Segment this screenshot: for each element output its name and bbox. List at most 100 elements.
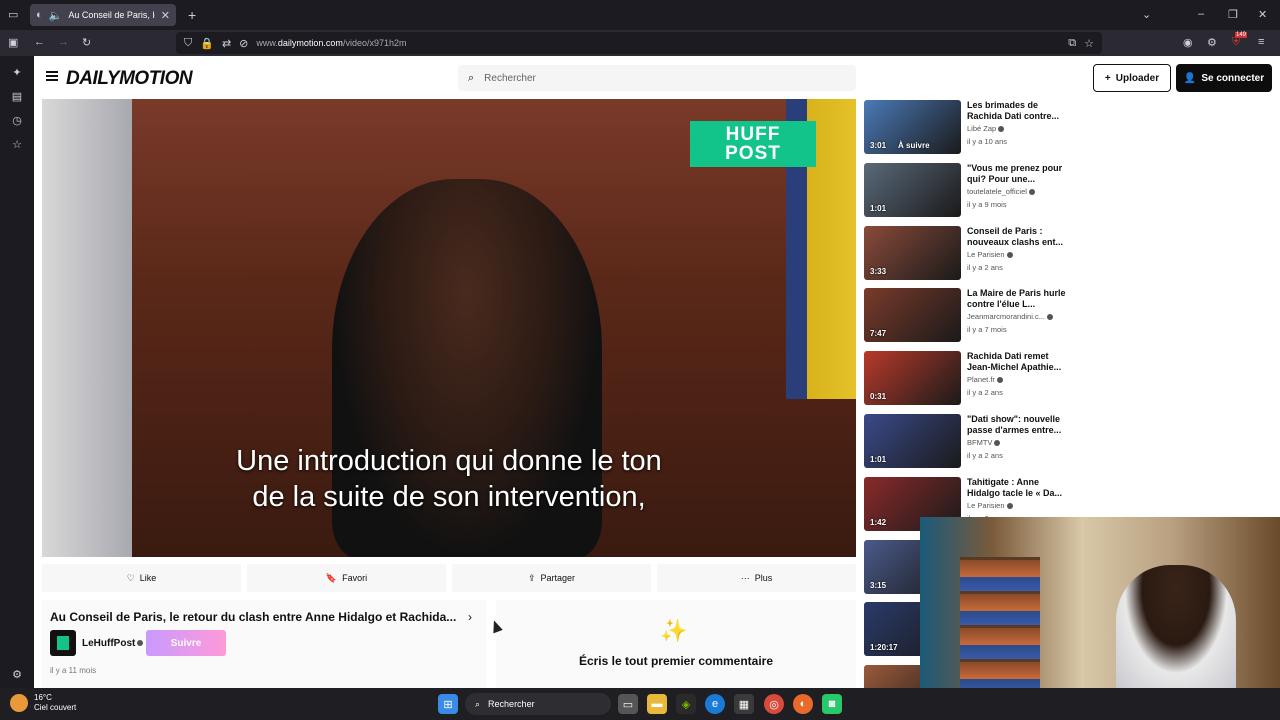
follow-button[interactable]: Suivre	[146, 630, 226, 656]
recommendation-title[interactable]: "Dati show": nouvelle passe d'armes entr…	[967, 414, 1067, 436]
tab-list-icon[interactable]: ▭	[8, 8, 18, 21]
login-button[interactable]: 👤 Se connecter	[1176, 64, 1272, 92]
start-icon[interactable]: ⊞	[438, 694, 458, 714]
menu-icon[interactable]: ≡	[1258, 36, 1264, 48]
firefox-icon[interactable]: ◐	[793, 694, 813, 714]
more-button[interactable]: ··· Plus	[657, 564, 856, 592]
chevron-right-icon[interactable]: ›	[468, 610, 472, 624]
video-info: Au Conseil de Paris, le retour du clash …	[42, 600, 486, 688]
recommendation-channel[interactable]: toutelatele_officiel	[967, 187, 1035, 196]
recommendation-title[interactable]: Tahitigate : Anne Hidalgo tacle le « Da.…	[967, 477, 1067, 499]
recommendation-item[interactable]: 3:01 À suivre Les brimades de Rachida Dati…	[864, 100, 1074, 156]
recommendation-title[interactable]: La Maire de Paris hurle contre l'élue L.…	[967, 288, 1067, 310]
channel-avatar[interactable]	[50, 630, 76, 656]
recommendation-duration: 3:15	[870, 580, 887, 590]
dailymotion-logo[interactable]: DAILYMOTION	[66, 68, 193, 90]
favorite-button[interactable]: 🔖 Favori	[247, 564, 446, 592]
store-icon[interactable]: ▦	[734, 694, 754, 714]
recommendation-thumbnail[interactable]: 3:01 À suivre	[864, 100, 961, 154]
recommendation-duration: 3:01	[870, 141, 887, 150]
close-window-icon[interactable]: ✕	[1258, 8, 1267, 21]
new-tab-icon[interactable]: +	[188, 7, 196, 23]
edge-icon[interactable]: e	[705, 694, 725, 714]
chrome-icon[interactable]: ◎	[764, 694, 784, 714]
bookmark-star-icon[interactable]: ☆	[1084, 37, 1094, 50]
recommendation-item[interactable]: 1:01 "Vous me prenez pour qui? Pour une..…	[864, 162, 1074, 219]
browser-tabbar: ▭ ◐ 🔈 Au Conseil de Paris, le retour ✕ +…	[0, 0, 1280, 30]
bookmarks-icon[interactable]: ☆	[9, 136, 25, 152]
restore-icon[interactable]: ❐	[1228, 8, 1238, 21]
recommendation-duration: 1:42	[870, 517, 887, 527]
tab-title: Au Conseil de Paris, le retour	[68, 10, 155, 20]
back-icon[interactable]: ←	[34, 36, 45, 48]
minimize-icon[interactable]: –	[1198, 8, 1204, 20]
recommendation-channel[interactable]: Planet.fr	[967, 375, 1003, 384]
sidebar-toggle-icon[interactable]: ▣	[8, 36, 18, 49]
speaker-icon[interactable]: 🔈	[49, 9, 63, 22]
tab-overflow-icon[interactable]: ⌄	[1142, 8, 1151, 21]
recommendation-title[interactable]: Rachida Dati remet Jean-Michel Apathie..…	[967, 351, 1067, 373]
recommendation-duration: 3:33	[870, 266, 887, 276]
history-icon[interactable]: ◷	[9, 112, 25, 128]
recommendation-item[interactable]: 3:33 Conseil de Paris : nouveaux clashs e…	[864, 225, 1074, 282]
recommendation-channel[interactable]: Libé Zap	[967, 124, 1005, 133]
forward-icon[interactable]: →	[58, 36, 69, 48]
weather-widget[interactable]: 16°C Ciel couvert	[10, 693, 76, 713]
recommendation-channel[interactable]: Jeanmarcmorandini.c...	[967, 312, 1053, 321]
ai-chat-icon[interactable]: ✦	[9, 64, 25, 80]
extensions-icon[interactable]: ⚙	[1207, 36, 1217, 49]
lock-icon[interactable]: 🔒	[200, 37, 214, 50]
recommendation-channel[interactable]: BFMTV	[967, 438, 1001, 447]
verified-icon	[1006, 251, 1013, 258]
video-title[interactable]: Au Conseil de Paris, le retour du clash …	[50, 610, 456, 624]
search-icon: ⌕	[468, 71, 475, 84]
sparkle-icon: ✨	[660, 618, 688, 643]
address-bar[interactable]: ⛉ 🔒 ⇄ ⊘ www.dailymotion.com/video/x971h2…	[176, 32, 1102, 54]
reload-icon[interactable]: ↻	[82, 36, 91, 49]
recommendation-thumbnail[interactable]: 7:47	[864, 288, 961, 343]
recommendation-thumbnail[interactable]: 3:33	[864, 225, 961, 280]
recommendation-item[interactable]: 0:31 Rachida Dati remet Jean-Michel Apath…	[864, 351, 1074, 407]
recommendation-date: il y a 2 ans	[967, 451, 1003, 460]
first-comment-cta[interactable]: Écris le tout premier commentaire	[496, 654, 856, 668]
close-tab-icon[interactable]: ✕	[161, 9, 170, 22]
browser-tab[interactable]: ◐ 🔈 Au Conseil de Paris, le retour ✕	[30, 4, 176, 26]
account-icon[interactable]: ◉	[1183, 36, 1193, 49]
recommendation-duration: 7:47	[870, 329, 887, 339]
share-icon: ⇪	[527, 572, 536, 583]
synced-tabs-icon[interactable]: ▤	[9, 88, 25, 104]
shield-icon[interactable]: ⛉	[184, 37, 192, 50]
webcam-person	[1116, 565, 1236, 688]
channel-name[interactable]: LeHuffPost	[82, 638, 144, 649]
recommendation-channel[interactable]: Le Parisien	[967, 501, 1013, 510]
url-text[interactable]: www.dailymotion.com/video/x971h2m	[256, 38, 406, 48]
settings-icon[interactable]: ⚙	[9, 666, 25, 682]
recommendation-thumbnail[interactable]: 0:31	[864, 351, 961, 406]
ublock-badge: 149	[1235, 32, 1248, 38]
recommendation-channel[interactable]: Le Parisien	[967, 250, 1013, 259]
video-player[interactable]: HUFF POST Une introduction qui donne le …	[42, 99, 856, 557]
recommendation-item[interactable]: 7:47 La Maire de Paris hurle contre l'élu…	[864, 288, 1074, 344]
recommendation-title[interactable]: Conseil de Paris : nouveaux clashs ent..…	[967, 226, 1067, 248]
tracking-icon[interactable]: ⊘	[239, 37, 248, 50]
app-icon[interactable]: ◙	[822, 694, 842, 714]
recommendation-duration: 0:31	[870, 392, 887, 402]
permissions-icon[interactable]: ⇄	[222, 37, 231, 50]
recommendation-duration: 1:01	[870, 203, 887, 213]
recommendation-title[interactable]: "Vous me prenez pour qui? Pour une...	[967, 163, 1067, 185]
hamburger-menu-icon[interactable]	[46, 71, 58, 81]
like-button[interactable]: ♡ Like	[42, 564, 241, 592]
share-button[interactable]: ⇪ Partager	[452, 564, 651, 592]
search-bar[interactable]: ⌕ Rechercher	[458, 65, 856, 91]
recommendation-item[interactable]: 1:01 "Dati show": nouvelle passe d'armes …	[864, 414, 1074, 470]
file-explorer-icon[interactable]: ▬	[647, 694, 667, 714]
recommendation-thumbnail[interactable]: 1:01	[864, 414, 961, 468]
nvidia-icon[interactable]: ◈	[676, 694, 696, 714]
upload-button[interactable]: + Uploader	[1093, 64, 1171, 92]
picture-in-picture-icon[interactable]: ⧉	[1068, 37, 1076, 50]
task-view-icon[interactable]: ▭	[618, 694, 638, 714]
taskbar-search[interactable]: ⌕ Rechercher	[465, 693, 611, 715]
recommendation-title[interactable]: Les brimades de Rachida Dati contre...	[967, 100, 1067, 122]
recommendation-thumbnail[interactable]: 1:01	[864, 162, 961, 217]
verified-icon	[998, 126, 1005, 133]
